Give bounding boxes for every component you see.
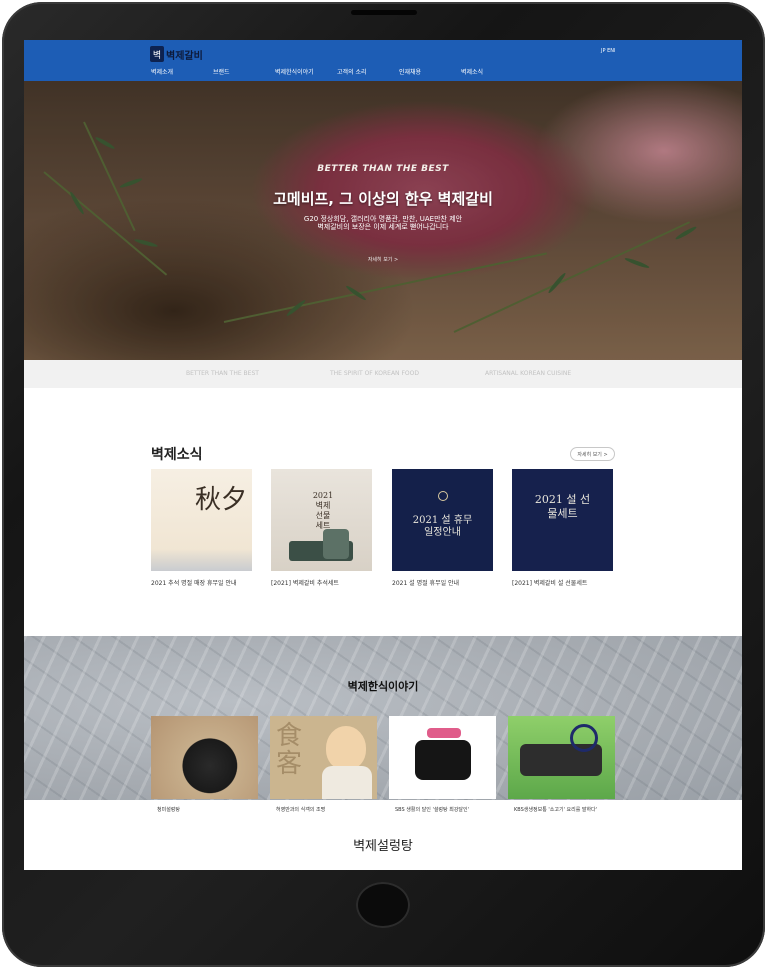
news-more-button[interactable]: 자세히 보기 > [570, 447, 615, 461]
news-caption: [2021] 벽제갈비 추석세트 [271, 580, 339, 587]
thumb-text: 2021 설 휴무 일정안내 [412, 515, 473, 538]
news-card[interactable]: 2021 벽제 선물 세트 [2021] 벽제갈비 추석세트 [271, 469, 372, 587]
news-section-title: 벽제소식 [151, 447, 203, 463]
news-card[interactable]: 2021 설 선물세트 [2021] 벽제갈비 설 선물세트 [512, 469, 613, 587]
main-nav: 벽제소개 브랜드 벽제한식이야기 고객의 소리 인재채용 벽제소식 [24, 67, 742, 79]
news-caption: [2021] 벽제갈비 설 선물세트 [512, 580, 588, 587]
news-caption: 2021 추석 명절 매장 휴무일 안내 [151, 580, 237, 587]
news-thumbnail: 2021 벽제 선물 세트 [271, 469, 372, 571]
slogan-item: BETTER THAN THE BEST [186, 370, 259, 377]
thumb-text: 2021 벽제 선물 세트 [312, 491, 334, 530]
thumb-text: 秋夕 [195, 485, 248, 515]
hanja-decoration: 食客 [276, 721, 303, 779]
tablet-speaker [351, 10, 417, 15]
slogan-item: ARTISANAL KOREAN CUISINE [485, 370, 572, 377]
news-card[interactable]: 2021 설 휴무 일정안내 2021 설 명절 휴무일 안내 [392, 469, 493, 587]
show-logo-decoration [415, 740, 471, 780]
story-card[interactable]: 食客 허영만과의 식객의 조명 [270, 716, 377, 813]
nav-item-recruit[interactable]: 인재채용 [399, 67, 421, 76]
story-section-background [24, 636, 742, 800]
wrapped-gift-decoration [323, 529, 349, 559]
story-caption: SBS 생활의 달인 '설렁탕 최강달인' [395, 807, 469, 813]
signal-icon [570, 724, 598, 752]
seolleongtang-section-title: 벽제설렁탕 [353, 839, 413, 854]
show-logo-accent [427, 728, 461, 738]
hero-tagline: BETTER THAN THE BEST [317, 164, 449, 174]
emblem-icon [438, 491, 448, 501]
story-caption: KBS생생정보통 '소고기' 요리를 말하다' [514, 807, 598, 813]
story-thumbnail: 食客 [270, 716, 377, 799]
news-thumbnail: 秋夕 [151, 469, 252, 571]
cartoon-face-decoration [326, 726, 366, 770]
tablet-device: 벽 벽제갈비 JP ENI 벽제소개 브랜드 벽제한식이야기 고객의 소리 인재… [0, 0, 767, 969]
brand-name: 벽제갈비 [166, 50, 203, 62]
brand-logo[interactable]: 벽 벽제갈비 [150, 45, 203, 63]
website-screen: 벽 벽제갈비 JP ENI 벽제소개 브랜드 벽제한식이야기 고객의 소리 인재… [24, 40, 742, 870]
news-caption: 2021 설 명절 휴무일 안내 [392, 580, 460, 587]
story-card[interactable]: SBS 생활의 달인 '설렁탕 최강달인' [389, 716, 496, 813]
news-thumbnail: 2021 설 휴무 일정안내 [392, 469, 493, 571]
nav-item-story[interactable]: 벽제한식이야기 [275, 67, 314, 76]
nav-item-news[interactable]: 벽제소식 [461, 67, 483, 76]
news-thumbnail: 2021 설 선물세트 [512, 469, 613, 571]
cartoon-body-decoration [322, 766, 372, 799]
slogan-strip: BETTER THAN THE BEST THE SPIRIT OF KOREA… [24, 360, 742, 388]
language-link[interactable]: JP ENI [601, 48, 615, 54]
story-section-title: 벽제한식이야기 [347, 680, 419, 693]
nav-item-voice[interactable]: 고객의 소리 [337, 67, 367, 76]
site-header: 벽 벽제갈비 JP ENI 벽제소개 브랜드 벽제한식이야기 고객의 소리 인재… [24, 40, 742, 81]
hero-subtitle-line: 벽제갈비의 보장은 이제 세계로 뻗어나갑니다 [317, 223, 449, 231]
story-card[interactable]: 청미설렁탕 [151, 716, 258, 813]
story-thumbnail [389, 716, 496, 799]
hero-more-link[interactable]: 자세히 보기 > [24, 256, 742, 263]
thumb-text: 2021 설 선물세트 [534, 493, 591, 520]
story-card[interactable]: KBS생생정보통 '소고기' 요리를 말하다' [508, 716, 615, 813]
nav-item-brand[interactable]: 브랜드 [213, 67, 230, 76]
hero-title: 고메비프, 그 이상의 한우 벽제갈비 [273, 190, 493, 208]
story-caption: 청미설렁탕 [157, 807, 181, 813]
home-button[interactable] [356, 882, 410, 928]
story-thumbnail [151, 716, 258, 799]
mountain-decoration [151, 549, 252, 571]
hero-subtitle-line: G20 정상회담, 갤러리아 명품관, 만찬, UAE만찬 제안 [303, 215, 463, 223]
hero-banner: BETTER THAN THE BEST 고메비프, 그 이상의 한우 벽제갈비… [24, 81, 742, 360]
logo-mark-icon: 벽 [150, 46, 164, 62]
story-caption: 허영만과의 식객의 조명 [276, 807, 326, 813]
story-thumbnail [508, 716, 615, 799]
news-card[interactable]: 秋夕 2021 추석 명절 매장 휴무일 안내 [151, 469, 252, 587]
nav-item-about[interactable]: 벽제소개 [151, 67, 173, 76]
slogan-item: THE SPIRIT OF KOREAN FOOD [330, 370, 419, 377]
